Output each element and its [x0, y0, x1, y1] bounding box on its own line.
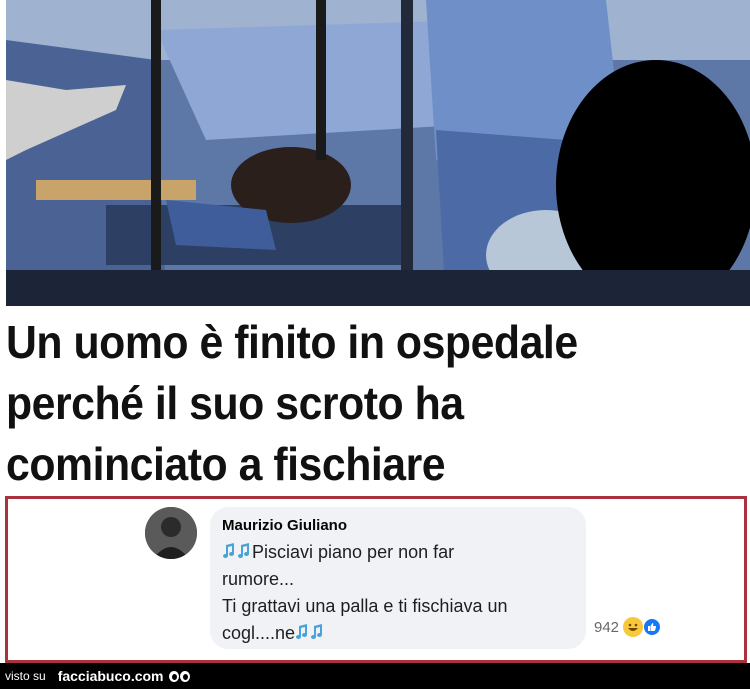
music-note-icon — [238, 543, 249, 558]
operating-room-illustration — [6, 0, 750, 306]
reaction-count: 942 — [594, 618, 620, 636]
music-note-icon — [223, 543, 234, 558]
headline-line-2: perché il suo scroto ha — [6, 377, 464, 429]
comment-line-2: rumore... — [222, 569, 295, 589]
comment-line-1: Pisciavi piano per non far — [252, 542, 455, 562]
comment-line-3: Ti grattavi una palla e ti fischiava un — [222, 596, 508, 616]
headline-line-3: cominciato a fischiare — [6, 438, 446, 490]
site-name[interactable]: facciabuco.com — [58, 668, 164, 684]
eyes-logo-icon — [168, 670, 190, 682]
comment-author[interactable]: Maurizio Giuliano — [222, 517, 347, 534]
headline: Un uomo è finito in ospedale perché il s… — [6, 312, 685, 495]
music-note-icon — [296, 624, 308, 639]
laugh-emoji-icon — [623, 617, 644, 637]
comment-frame: Maurizio Giuliano Pisciavi piano per non… — [5, 496, 747, 663]
comment-bubble: Maurizio Giuliano Pisciavi piano per non… — [210, 507, 586, 649]
watermark-bar: visto su facciabuco.com — [0, 663, 750, 689]
reactions[interactable]: 942 — [594, 615, 663, 639]
headline-line-1: Un uomo è finito in ospedale — [6, 316, 578, 368]
music-note-icon — [311, 624, 323, 639]
avatar-photo — [145, 507, 197, 559]
like-icon — [642, 617, 663, 637]
visto-su-label: visto su — [5, 669, 46, 683]
avatar[interactable] — [145, 507, 197, 559]
comment-line-4: cogl....ne — [222, 623, 296, 643]
surgery-photo — [6, 0, 750, 306]
comment-text: Pisciavi piano per non far rumore... Ti … — [222, 539, 572, 647]
